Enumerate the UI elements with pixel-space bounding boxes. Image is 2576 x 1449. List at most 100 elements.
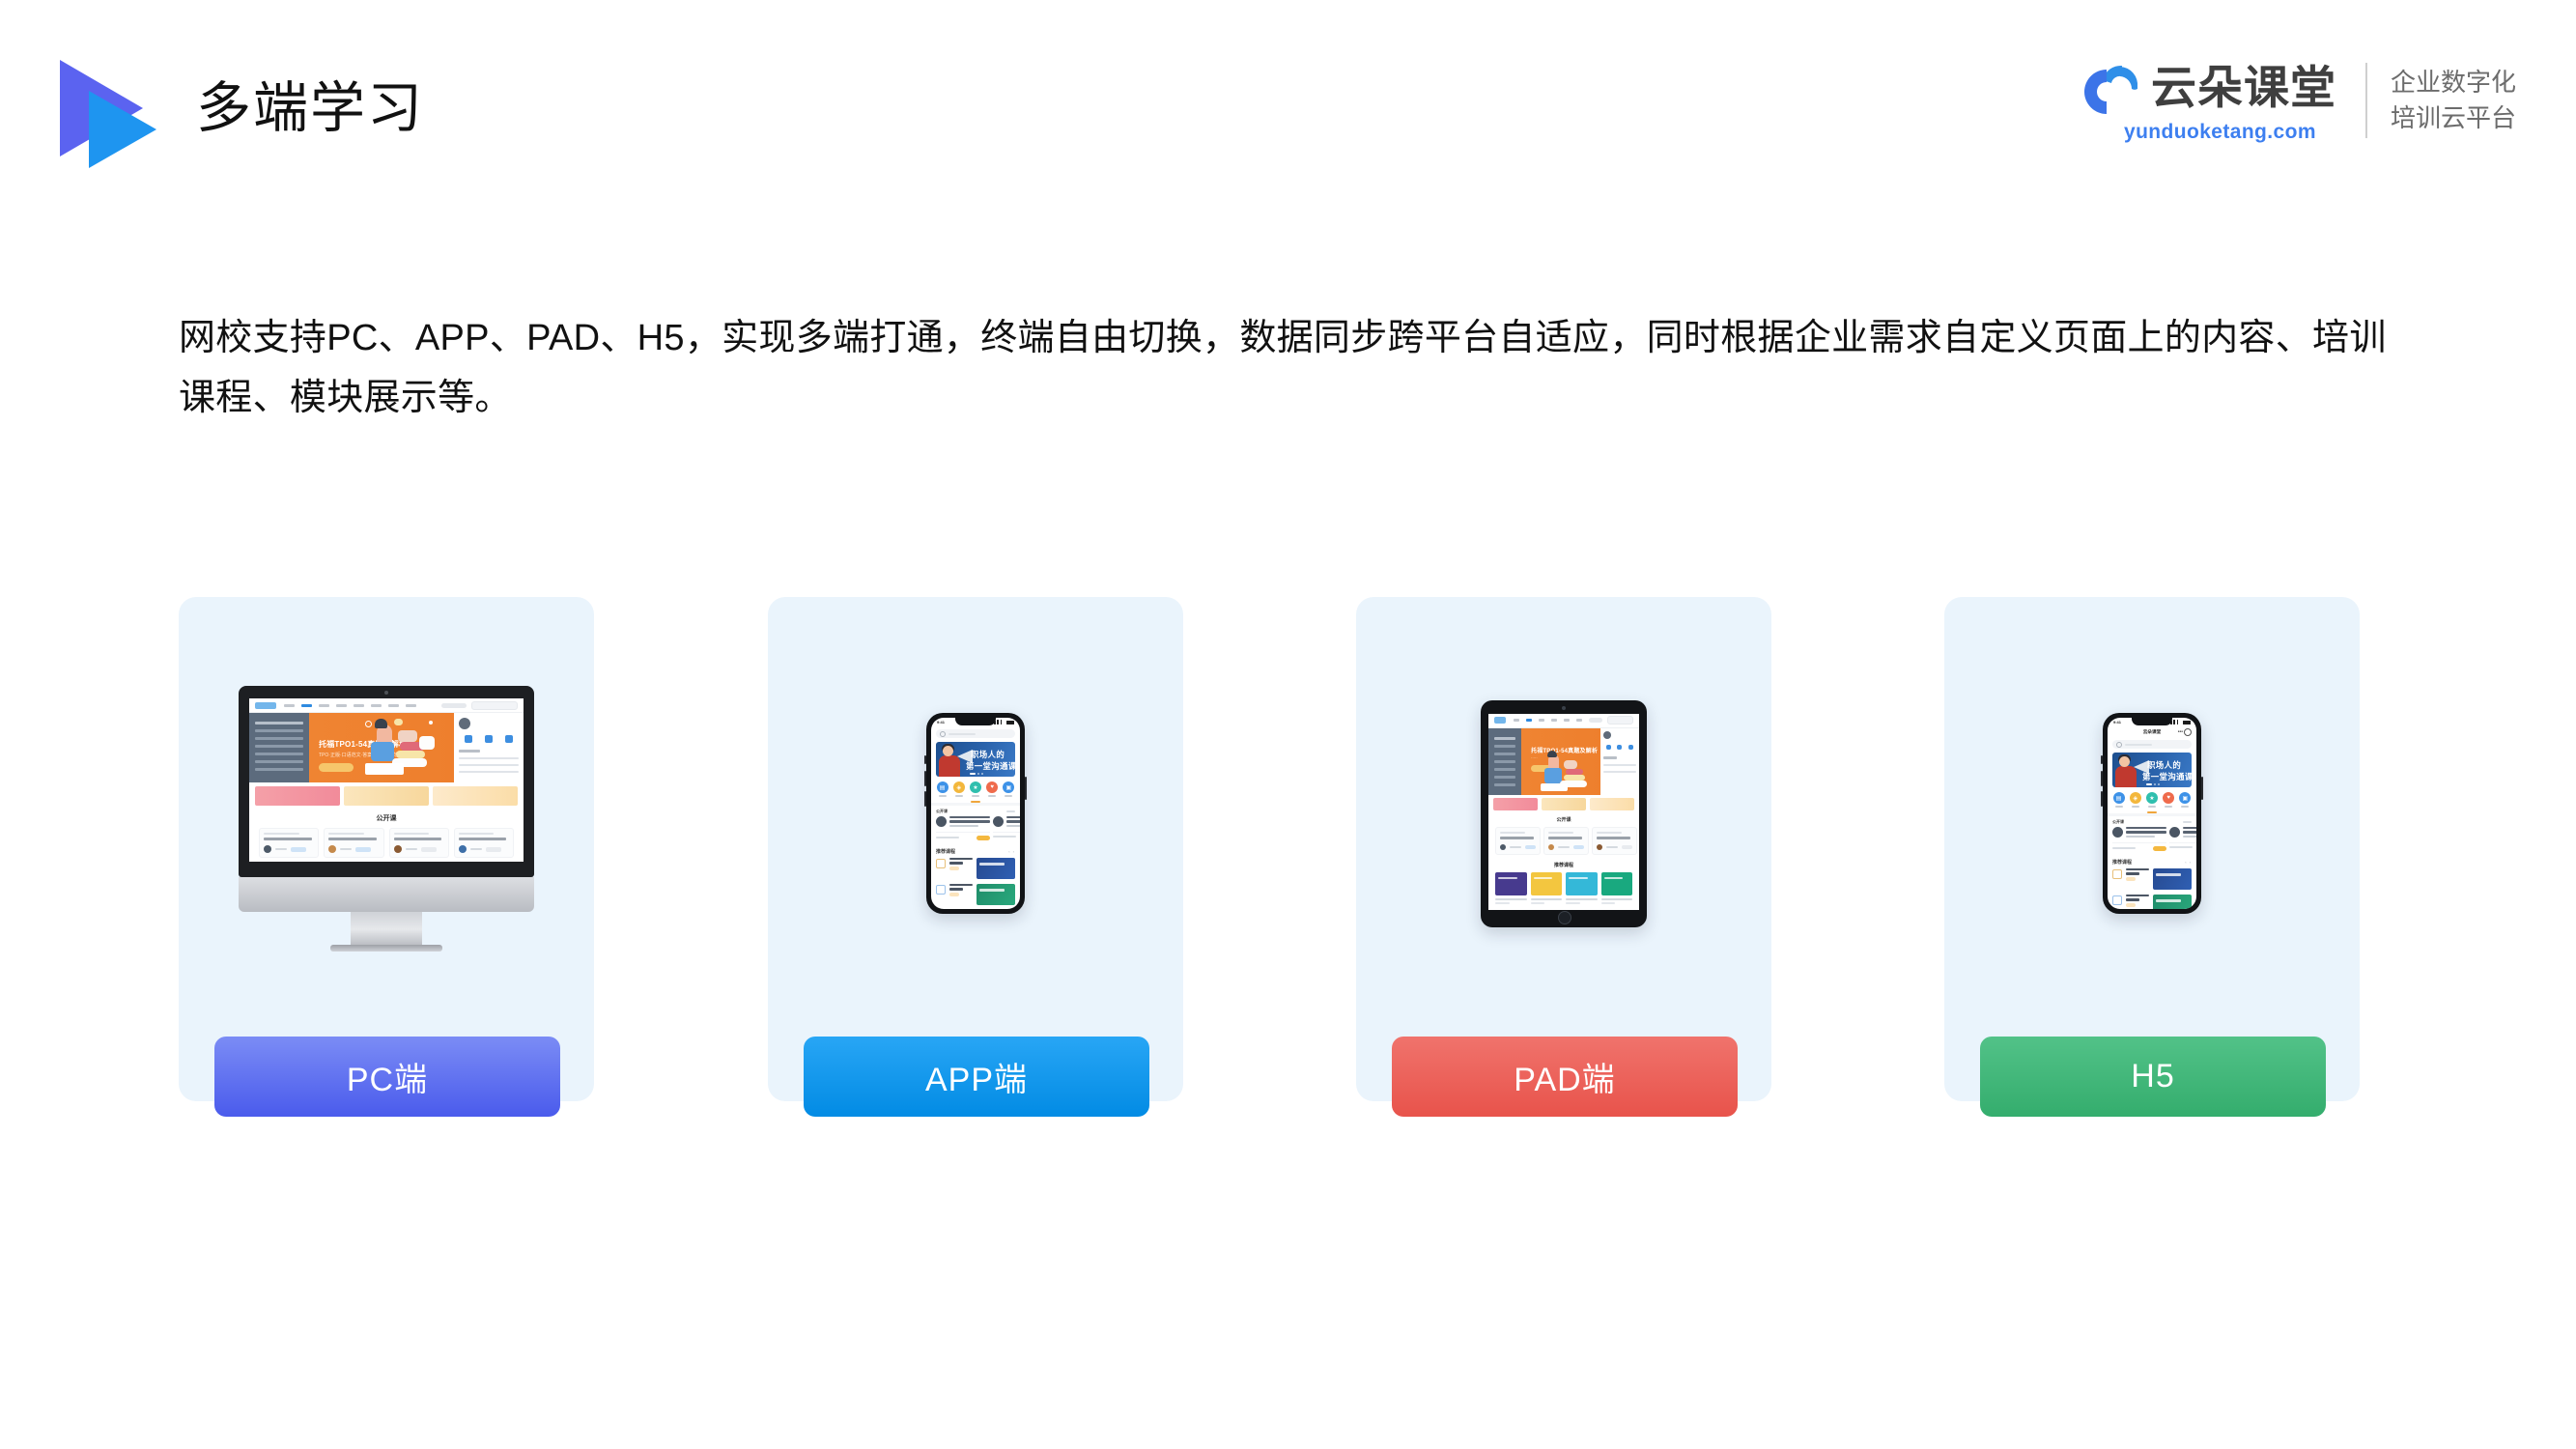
quick-entry-course-packs: ◈ xyxy=(2128,792,2142,808)
banner-line-1: 职场人的 xyxy=(971,750,1005,759)
open-class-card xyxy=(993,815,1020,840)
course-card xyxy=(453,828,514,858)
user-quick-actions xyxy=(459,735,519,743)
quick-entry-icons: ▤ ◈ ★ ♥ ▣ xyxy=(931,777,1020,801)
sidebar-row xyxy=(255,753,303,755)
course-card xyxy=(388,828,449,858)
pad-device-illustration: 托福TPO1-54真题及解析 ····· 公开课 推荐课程 xyxy=(1356,597,1771,1030)
iphone-mockup-h5: 9:41 云朵课堂 ••• 职场人的 第一堂沟通课 ▤ ◈ ★ ♥ ▣ 公开课 … xyxy=(2101,713,2203,914)
nav-download-app xyxy=(1588,718,1603,723)
device-cards-row: 托福TPO1-54真题及解析 TPO·正版·口语范文·答案速查·写作范文 公开课… xyxy=(0,597,2576,1138)
recommend-item xyxy=(931,857,1020,884)
site-navbar xyxy=(1488,714,1639,728)
brand-row: 云朵课堂 xyxy=(2078,57,2336,117)
nav-item xyxy=(1563,719,1570,722)
category-sidebar xyxy=(249,713,309,782)
device-card-pad[interactable]: 托福TPO1-54真题及解析 ····· 公开课 推荐课程 PAD端 xyxy=(1356,597,1771,1130)
quick-action-icon xyxy=(504,735,513,743)
home-button[interactable] xyxy=(1558,910,1571,924)
pad-button[interactable]: PAD端 xyxy=(1392,1037,1738,1117)
quick-entry-courses: ▤ xyxy=(935,781,949,797)
search-icon xyxy=(940,730,946,737)
status-time: 9:41 xyxy=(2113,720,2122,724)
brand-logo: 云朵课堂 yunduoketang.com 企业数字化 培训云平台 xyxy=(2078,54,2516,147)
site-logo-icon xyxy=(1494,717,1506,724)
open-class-row xyxy=(931,815,1020,844)
intro-paragraph: 网校支持PC、APP、PAD、H5，实现多端打通，终端自由切换，数据同步跨平台自… xyxy=(179,318,2387,418)
more-link[interactable] xyxy=(2183,820,2192,823)
recommend-section-title: 推荐课程 ‹ › xyxy=(2108,855,2196,868)
app-search-input[interactable] xyxy=(936,729,1015,738)
iphone-mockup-app: 9:41 职场人的 第一堂沟通课 ▤ ◈ ★ ♥ ▣ 公开课 推荐课程 ‹ › xyxy=(924,713,1027,914)
section-open-class-title: 公开课 xyxy=(376,815,397,822)
hero-banner: 托福TPO1-54真题及解析 TPO·正版·口语范文·答案速查·写作范文 xyxy=(309,713,454,782)
brand-tagline-line2: 培训云平台 xyxy=(2390,103,2516,132)
target-icon[interactable] xyxy=(2184,727,2192,736)
nav-download-app xyxy=(441,702,467,708)
more-link[interactable] xyxy=(1006,810,1015,812)
logo-triangle-front xyxy=(89,91,156,168)
site-navbar xyxy=(249,698,524,713)
banner-dots xyxy=(970,773,983,775)
quick-entry-live: ★ xyxy=(2144,792,2159,808)
open-class-cards xyxy=(1488,826,1639,860)
device-card-h5[interactable]: 9:41 云朵课堂 ••• 职场人的 第一堂沟通课 ▤ ◈ ★ ♥ ▣ 公开课 … xyxy=(1944,597,2360,1130)
imac-stand-foot xyxy=(330,945,442,952)
quick-entry-courses: ▤ xyxy=(2111,792,2126,808)
hero-banner: 托福TPO1-54真题及解析 ····· xyxy=(1521,727,1600,795)
promo-banners xyxy=(1488,795,1639,810)
nav-item xyxy=(388,703,399,707)
h5-button[interactable]: H5 xyxy=(1980,1037,2326,1117)
status-time: 9:41 xyxy=(937,720,946,724)
quick-action-icon xyxy=(484,735,493,743)
sidebar-row xyxy=(255,722,303,724)
device-card-app[interactable]: 9:41 职场人的 第一堂沟通课 ▤ ◈ ★ ♥ ▣ 公开课 推荐课程 ‹ › … xyxy=(768,597,1183,1130)
quick-entry-member: ♥ xyxy=(985,781,1000,797)
course-grid-card xyxy=(1495,871,1527,904)
pc-button[interactable]: PC端 xyxy=(214,1037,560,1117)
search-placeholder xyxy=(2125,743,2152,746)
quick-entry-icons: ▤ ◈ ★ ♥ ▣ xyxy=(2108,787,2196,811)
quick-action-icon xyxy=(465,735,473,743)
phone-notch xyxy=(955,718,996,725)
device-card-pc[interactable]: 托福TPO1-54真题及解析 TPO·正版·口语范文·答案速查·写作范文 公开课… xyxy=(179,597,594,1130)
h5-search-input[interactable] xyxy=(2112,740,2192,749)
site-search-input xyxy=(471,700,518,710)
sidebar-row xyxy=(255,737,303,740)
app-device-illustration: 9:41 职场人的 第一堂沟通课 ▤ ◈ ★ ♥ ▣ 公开课 推荐课程 ‹ › xyxy=(768,597,1183,1030)
course-grid-row xyxy=(1488,871,1639,908)
ipad-screen: 托福TPO1-54真题及解析 ····· 公开课 推荐课程 xyxy=(1488,713,1639,910)
quick-entry-course-packs: ◈ xyxy=(951,781,966,797)
panel-heading xyxy=(459,750,480,753)
h5-hero-banner: 职场人的 第一堂沟通课 xyxy=(2112,753,2192,787)
more-icon[interactable]: ••• xyxy=(2178,729,2183,735)
open-class-cards xyxy=(249,828,524,862)
hero-illustration xyxy=(1535,750,1595,793)
quick-entry-live: ★ xyxy=(968,781,982,797)
recommend-item xyxy=(931,883,1020,910)
quick-entry-materials: ▣ xyxy=(1002,781,1016,797)
brand-tagline-line1: 企业数字化 xyxy=(2390,68,2516,98)
nav-item xyxy=(371,703,382,707)
webcam-icon xyxy=(1562,705,1566,710)
nav-item xyxy=(354,703,364,707)
promo-banners xyxy=(249,782,524,806)
play-triangle-logo xyxy=(60,60,176,176)
avatar xyxy=(459,718,470,729)
hero-user-panel xyxy=(1600,727,1639,795)
open-class-section-header: 公开课 xyxy=(931,802,1020,816)
nav-item xyxy=(284,703,295,707)
carousel-arrows-icon: ‹ › xyxy=(1008,848,1015,854)
promo-banner xyxy=(433,786,518,806)
nav-item xyxy=(336,703,347,707)
tablet-site: 托福TPO1-54真题及解析 ····· 公开课 推荐课程 xyxy=(1488,713,1639,910)
nav-item xyxy=(406,703,416,707)
brand-url: yunduoketang.com xyxy=(2123,121,2316,143)
app-button[interactable]: APP端 xyxy=(804,1037,1149,1117)
phone-notch xyxy=(2132,718,2172,725)
site-hero: 托福TPO1-54真题及解析 TPO·正版·口语范文·答案速查·写作范文 xyxy=(249,713,524,782)
pc-device-illustration: 托福TPO1-54真题及解析 TPO·正版·口语范文·答案速查·写作范文 公开课 xyxy=(179,597,594,1030)
app-screen: 9:41 职场人的 第一堂沟通课 ▤ ◈ ★ ♥ ▣ 公开课 推荐课程 ‹ › xyxy=(931,718,1020,909)
site-hero: 托福TPO1-54真题及解析 ····· xyxy=(1488,727,1639,795)
ipad-mockup: 托福TPO1-54真题及解析 ····· 公开课 推荐课程 xyxy=(1481,699,1647,927)
